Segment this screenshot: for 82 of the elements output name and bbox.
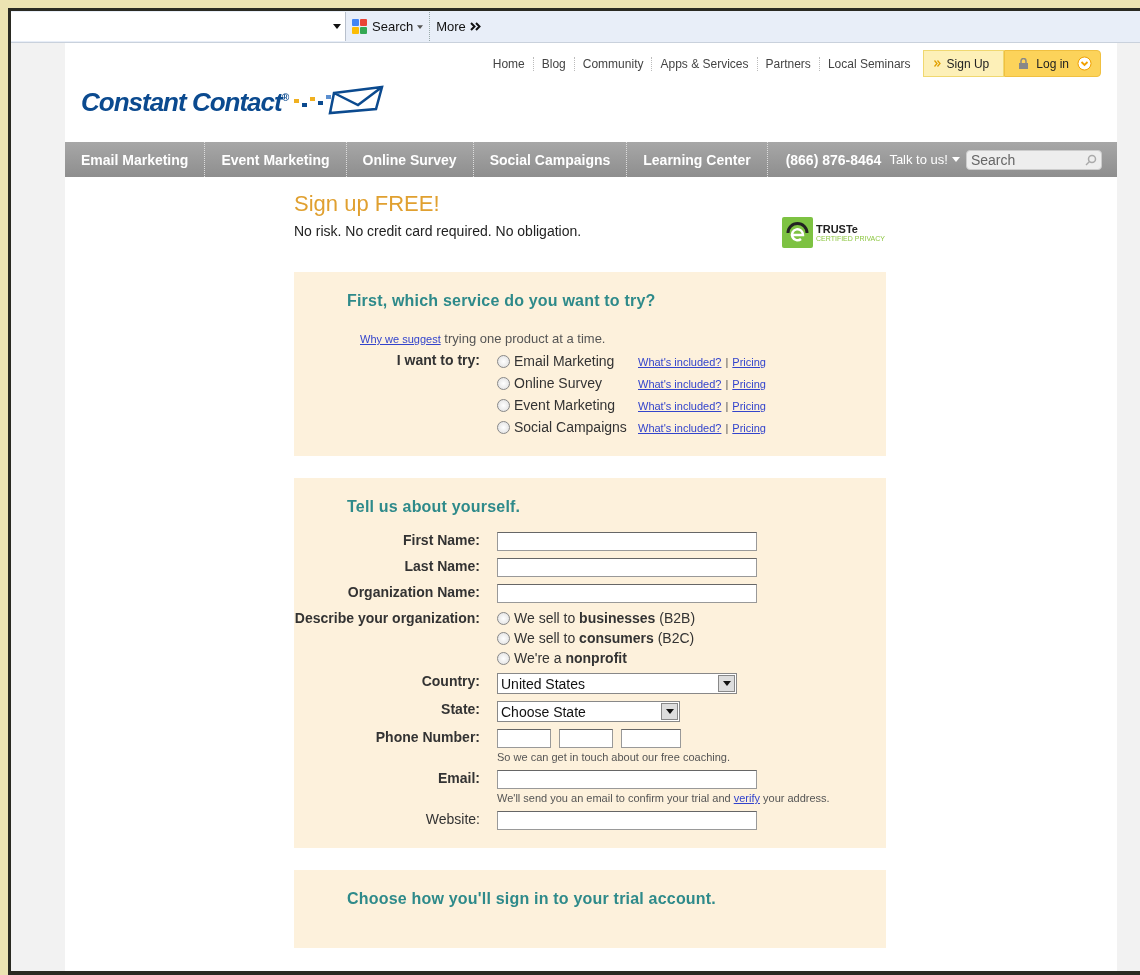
select-dropdown[interactable]: Choose State [497,701,680,722]
caret-icon [722,681,731,686]
pricing-link[interactable]: Pricing [732,378,766,390]
service-option[interactable]: Event Marketing [497,397,638,413]
caret-icon [333,24,341,29]
pricing-link[interactable]: Pricing [732,400,766,412]
text-field[interactable] [497,770,757,789]
why-link[interactable]: Why we suggest [360,333,441,345]
top-link[interactable]: Apps & Services [651,56,757,71]
radio-button[interactable] [497,420,510,434]
lock-icon [1019,58,1029,69]
field-label: Country: [420,673,480,689]
top-link[interactable]: Home [484,56,533,71]
phone-field[interactable] [621,729,681,748]
link-separator: | [725,400,729,412]
section-heading: Choose how you'll sign in to your trial account. [346,890,717,908]
chevron-down-icon [1077,56,1092,71]
search-button[interactable]: Search [346,12,431,41]
field-label: Describe your organization: [294,610,480,626]
link-separator: | [725,422,729,434]
field-hint: We'll send you an email to confirm your trial and verify your address. [497,792,831,804]
phone-field[interactable] [497,729,551,748]
field-label: Phone Number: [374,729,480,745]
radio-button[interactable] [497,376,510,390]
service-option[interactable]: Social Campaigns [497,419,638,435]
radio-button[interactable] [497,354,510,368]
info-link[interactable]: What's included? [638,422,722,434]
page-title: Sign up FREE! [294,191,441,217]
phone-number: (866) 876-8464 [785,151,882,168]
section-heading: Tell us about yourself. [346,498,522,516]
top-link[interactable]: Partners [756,56,819,71]
radio-button[interactable] [497,631,510,645]
top-link[interactable]: Community [573,56,652,71]
top-link[interactable]: Local Seminars [818,56,919,71]
log-in-button[interactable]: Log in [1004,50,1101,77]
caret-icon [417,24,424,29]
verify-link[interactable]: verify [733,792,760,804]
field-hint: So we can get in touch about our free coaching. [497,751,731,763]
link-separator: | [725,378,729,390]
text-field[interactable] [497,558,757,577]
radio-button[interactable] [497,398,510,412]
service-option[interactable]: Email Marketing [497,353,638,369]
field-label: State: [440,701,480,717]
organization-option[interactable]: We're a nonprofit [497,650,886,666]
caret-icon [665,709,674,714]
field-label: Website: [424,811,480,827]
select-dropdown[interactable]: United States [497,673,737,694]
radio-button[interactable] [497,611,510,625]
chevrons-icon [469,22,481,31]
phone-field[interactable] [559,729,613,748]
info-link[interactable]: What's included? [638,378,722,390]
field-label: Organization Name: [346,584,480,600]
search-icon [1084,153,1097,166]
field-label: First Name: [401,532,480,548]
pricing-link[interactable]: Pricing [732,422,766,434]
field-label: Email: [437,770,480,786]
google-icon [352,18,368,35]
text-field[interactable] [497,532,757,551]
page-subtitle: No risk. No credit card required. No obligation. [294,223,582,239]
chevrons-icon [933,60,941,67]
radio-button[interactable] [497,651,510,665]
caret-icon [951,157,960,162]
note-text: Why we suggest trying one product at a time. [359,331,607,346]
top-link[interactable]: Blog [532,56,574,71]
info-link[interactable]: What's included? [638,400,722,412]
privacy-seal-icon [782,217,813,248]
organization-option[interactable]: We sell to consumers (B2C) [497,630,886,646]
text-field[interactable] [497,811,757,830]
service-option[interactable]: Online Survey [497,375,638,391]
text-field[interactable] [497,584,757,603]
link-separator: | [725,356,729,368]
try-label: I want to try: [395,352,480,368]
sign-up-button[interactable]: Sign Up [922,50,1005,77]
address-field[interactable] [11,12,346,41]
more-button[interactable]: More [430,12,487,41]
search-field[interactable]: Search [965,149,1102,170]
section-heading: First, which service do you want to try? [346,292,657,310]
pricing-link[interactable]: Pricing [732,356,766,368]
info-link[interactable]: What's included? [638,356,722,368]
badge-name: TRUSTe [816,223,859,235]
field-label: Last Name: [403,558,480,574]
organization-option[interactable]: We sell to businesses (B2B) [497,610,886,626]
